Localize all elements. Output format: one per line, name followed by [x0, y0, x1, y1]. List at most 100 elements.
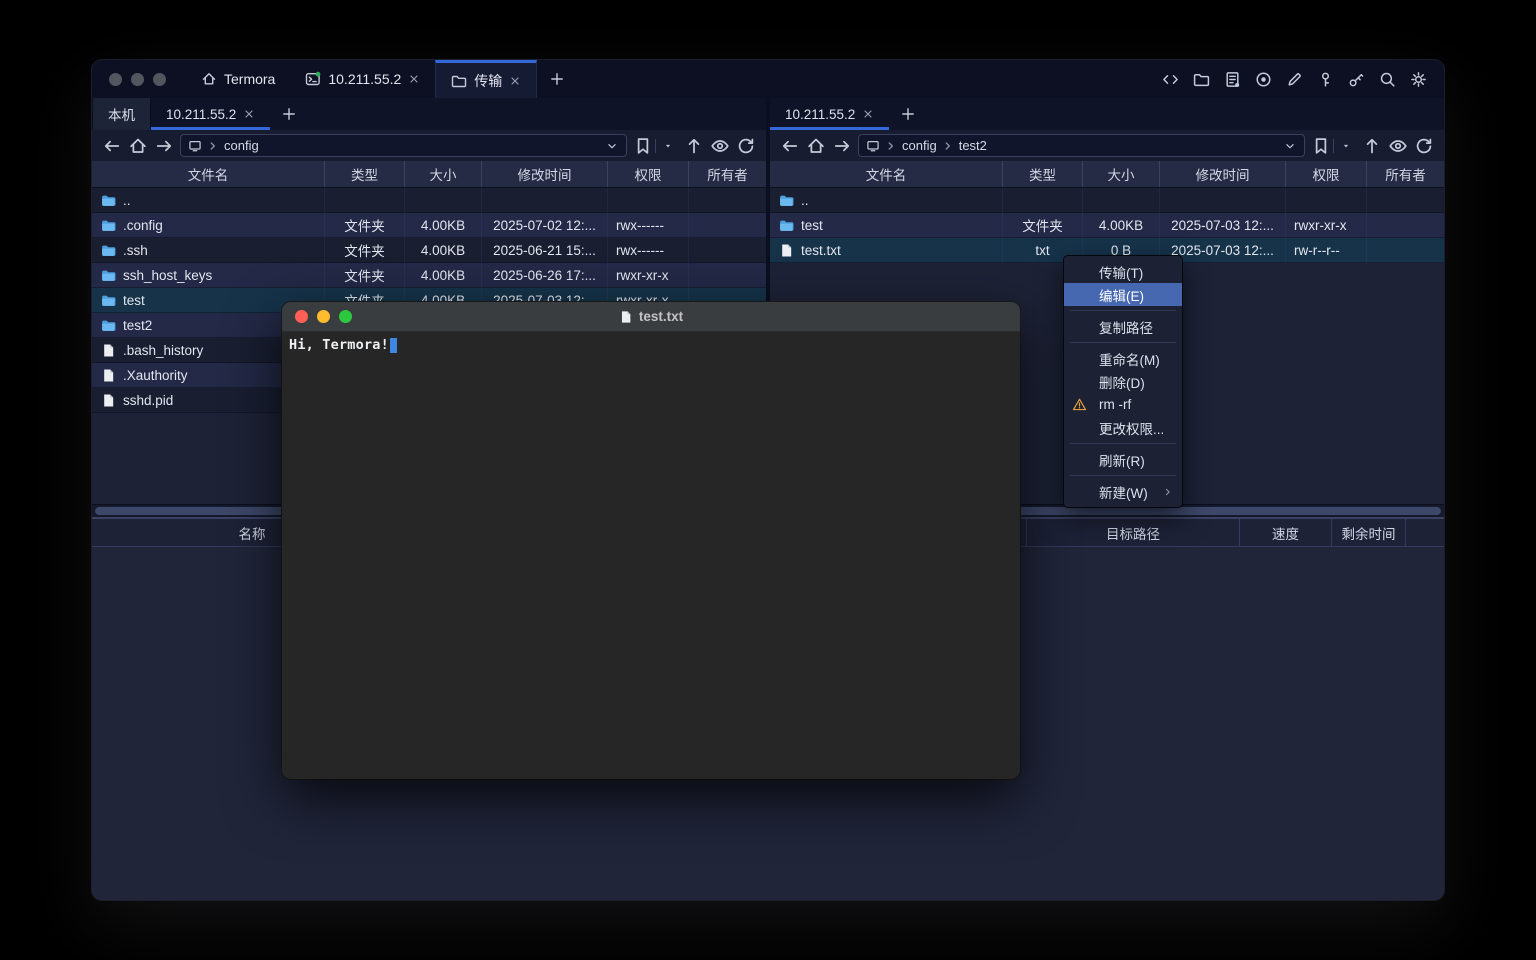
chevron-down-icon[interactable] — [605, 139, 619, 153]
file-cell: 2025-06-26 17:... — [482, 263, 608, 288]
file-name-cell: ssh_host_keys — [92, 263, 325, 288]
file-name: .Xauthority — [123, 368, 188, 383]
app-tab[interactable]: 传输 — [435, 60, 537, 98]
bookmark-icon[interactable] — [633, 136, 653, 156]
transfer-column-header[interactable]: 目标路径 — [1027, 519, 1240, 546]
app-tabs: Termora10.211.55.2 传输 — [186, 60, 537, 98]
table-row[interactable]: test文件夹4.00KB2025-07-03 12:...rwxr-xr-x — [770, 213, 1444, 238]
transfer-column-header[interactable]: 剩余时间 — [1332, 519, 1406, 546]
pane-tab-label: 10.211.55.2 — [166, 107, 236, 122]
menu-item[interactable]: 新建(W) — [1064, 480, 1182, 503]
folder-icon — [101, 318, 116, 333]
column-header[interactable]: 文件名 — [770, 161, 1003, 187]
log-icon[interactable] — [1222, 69, 1242, 89]
column-header[interactable]: 修改时间 — [482, 161, 608, 187]
app-tab[interactable]: 10.211.55.2 — [290, 60, 435, 98]
file-cell — [689, 238, 766, 263]
folder-icon[interactable] — [1191, 69, 1211, 89]
column-header[interactable]: 类型 — [1003, 161, 1083, 187]
file-cell — [689, 213, 766, 238]
show-hidden-button[interactable] — [1388, 136, 1408, 156]
back-button[interactable] — [102, 136, 122, 156]
transfer-column-header[interactable]: 速度 — [1240, 519, 1332, 546]
pane-tab[interactable]: 本机 — [92, 98, 151, 130]
menu-item[interactable]: 传输(T) — [1064, 260, 1182, 283]
key-icon[interactable] — [1315, 69, 1335, 89]
table-row[interactable]: .ssh文件夹4.00KB2025-06-21 15:...rwx------ — [92, 238, 766, 263]
minimize-window-button[interactable] — [131, 73, 144, 86]
close-window-button[interactable] — [109, 73, 122, 86]
folder-icon — [779, 193, 794, 208]
menu-item[interactable]: 删除(D) — [1064, 370, 1182, 393]
keychain-icon[interactable] — [1346, 69, 1366, 89]
pane-tab[interactable]: 10.211.55.2 — [151, 98, 270, 130]
column-header[interactable]: 权限 — [608, 161, 689, 187]
file-cell — [1367, 238, 1444, 263]
parent-dir-button[interactable] — [684, 136, 704, 156]
column-header[interactable]: 修改时间 — [1160, 161, 1286, 187]
editor-content[interactable]: Hi, Termora! — [282, 332, 1020, 358]
file-name: .bash_history — [123, 343, 203, 358]
new-tab-button[interactable] — [537, 60, 577, 98]
column-header[interactable]: 大小 — [1083, 161, 1160, 187]
column-header[interactable]: 所有者 — [1367, 161, 1444, 187]
forward-button[interactable] — [154, 136, 174, 156]
table-row[interactable]: .. — [770, 188, 1444, 213]
record-icon[interactable] — [1253, 69, 1273, 89]
pane-tabs: 本机 10.211.55.2 — [92, 98, 766, 130]
parent-dir-button[interactable] — [1362, 136, 1382, 156]
table-row[interactable]: ssh_host_keys文件夹4.00KB2025-06-26 17:...r… — [92, 263, 766, 288]
menu-item[interactable]: 更改权限... — [1064, 416, 1182, 439]
column-header[interactable]: 大小 — [405, 161, 482, 187]
chevron-down-icon[interactable] — [1283, 139, 1297, 153]
bookmark-icon[interactable] — [1311, 136, 1331, 156]
code-icon[interactable] — [1160, 69, 1180, 89]
column-header[interactable]: 文件名 — [92, 161, 325, 187]
menu-item-label: 新建(W) — [1099, 482, 1148, 502]
table-row[interactable]: .config文件夹4.00KB2025-07-02 12:...rwx----… — [92, 213, 766, 238]
menu-item[interactable]: 刷新(R) — [1064, 448, 1182, 471]
titlebar-actions — [1160, 60, 1444, 98]
folder-icon — [779, 218, 794, 233]
add-tab-button[interactable] — [270, 98, 308, 130]
show-hidden-button[interactable] — [710, 136, 730, 156]
menu-item[interactable]: 复制路径 — [1064, 315, 1182, 338]
forward-button[interactable] — [832, 136, 852, 156]
pane-toolbar: configtest2 — [770, 130, 1444, 161]
pane-tabs: 10.211.55.2 — [770, 98, 1444, 130]
file-name-cell: .. — [92, 188, 325, 213]
close-icon — [862, 108, 874, 120]
file-name: .. — [801, 193, 809, 208]
refresh-button[interactable] — [736, 136, 756, 156]
terminal-icon — [305, 71, 321, 87]
back-button[interactable] — [780, 136, 800, 156]
search-icon[interactable] — [1377, 69, 1397, 89]
menu-separator — [1070, 342, 1176, 343]
column-header[interactable]: 权限 — [1286, 161, 1367, 187]
app-tab-label: 传输 — [474, 71, 502, 91]
menu-item[interactable]: 编辑(E) — [1064, 283, 1182, 306]
home-button[interactable] — [128, 136, 148, 156]
add-tab-button[interactable] — [889, 98, 927, 130]
refresh-button[interactable] — [1414, 136, 1434, 156]
editor-close-button[interactable] — [295, 310, 308, 323]
settings-icon[interactable] — [1408, 69, 1428, 89]
editor-minimize-button[interactable] — [317, 310, 330, 323]
maximize-window-button[interactable] — [153, 73, 166, 86]
home-button[interactable] — [806, 136, 826, 156]
breadcrumb[interactable]: configtest2 — [858, 134, 1305, 157]
app-tab[interactable]: Termora — [186, 60, 290, 98]
menu-item[interactable]: rm -rf — [1064, 393, 1182, 416]
column-header[interactable]: 所有者 — [689, 161, 766, 187]
edit-icon[interactable] — [1284, 69, 1304, 89]
column-header[interactable]: 类型 — [325, 161, 405, 187]
bookmark-dropdown-icon[interactable] — [1336, 136, 1356, 156]
pane-tab[interactable]: 10.211.55.2 — [770, 98, 889, 130]
menu-item[interactable]: 重命名(M) — [1064, 347, 1182, 370]
table-row[interactable]: .. — [92, 188, 766, 213]
editor-zoom-button[interactable] — [339, 310, 352, 323]
window-controls — [92, 60, 186, 98]
bookmark-dropdown-icon[interactable] — [658, 136, 678, 156]
editor-window-controls — [282, 310, 352, 323]
breadcrumb[interactable]: config — [180, 134, 627, 157]
